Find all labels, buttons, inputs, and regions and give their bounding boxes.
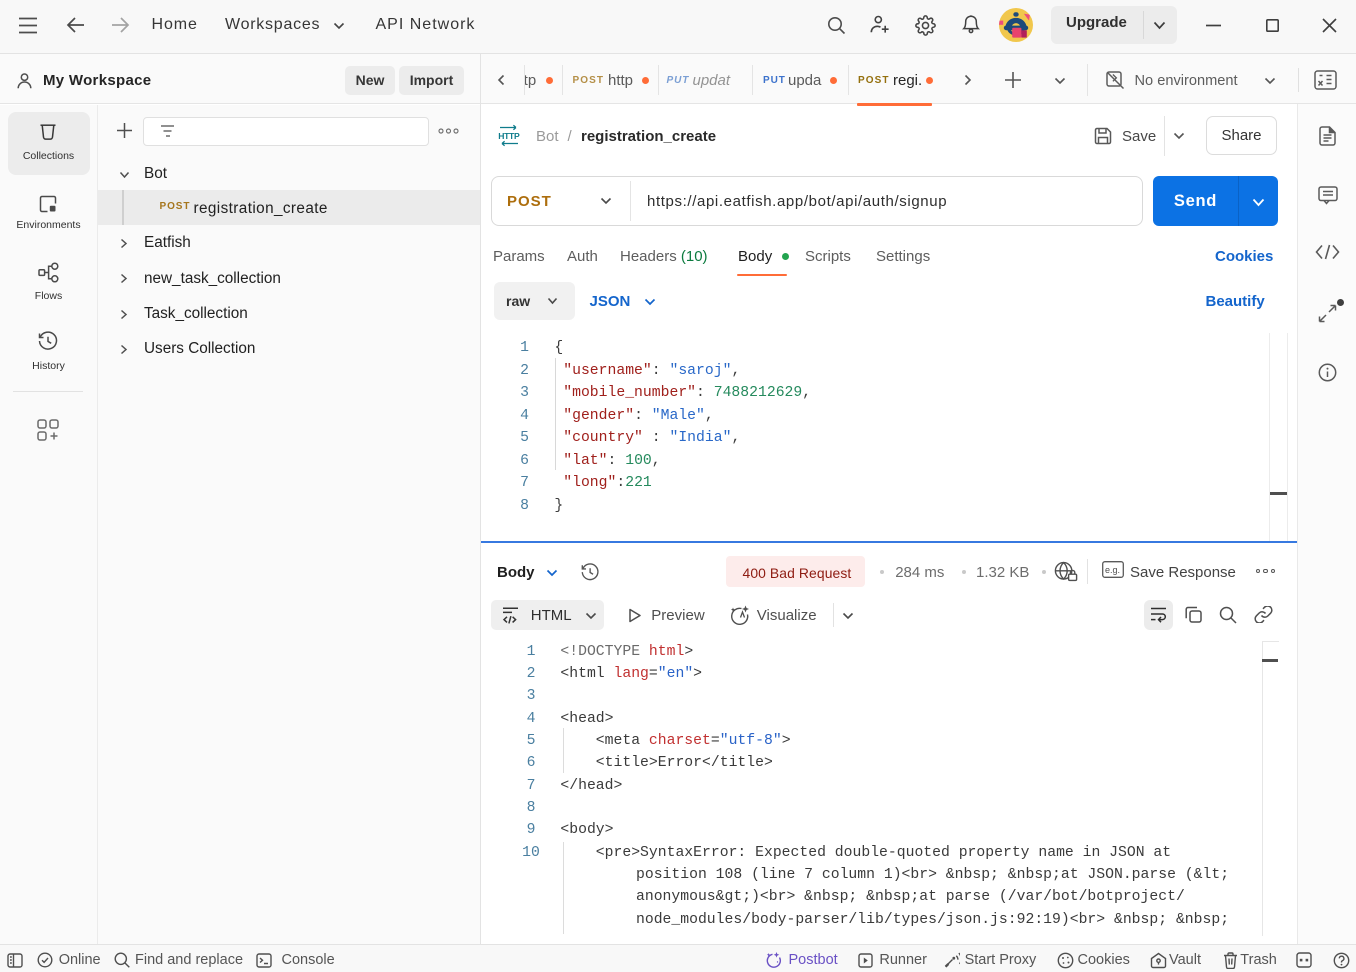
svg-text:e.g.: e.g. bbox=[1105, 565, 1120, 575]
svg-text:HTTP: HTTP bbox=[498, 131, 520, 141]
